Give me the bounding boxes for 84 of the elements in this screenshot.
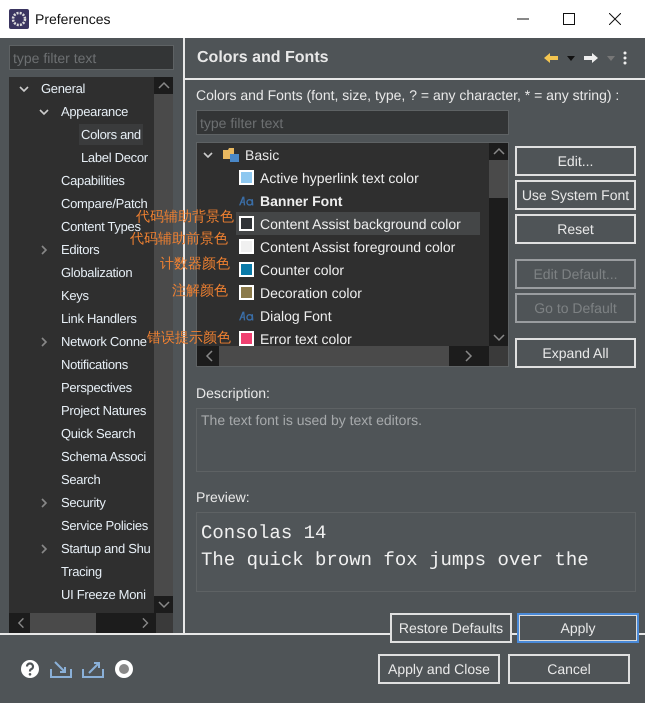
maximize-icon[interactable] xyxy=(563,13,575,25)
scrollbar-thumb[interactable] xyxy=(30,613,96,633)
list-item: Dialog Font xyxy=(260,308,332,324)
close-icon[interactable] xyxy=(609,13,621,25)
collapsed-chevron-icon[interactable] xyxy=(39,244,49,254)
action-button[interactable]: Expand All xyxy=(515,338,636,368)
dialog-button[interactable]: Cancel xyxy=(508,654,630,684)
list-item: Content Assist foreground color xyxy=(260,238,456,254)
list-item: Error text color xyxy=(260,330,352,346)
scrollbar-thumb[interactable] xyxy=(219,346,449,366)
record-icon[interactable] xyxy=(114,659,134,679)
forward-arrow-icon[interactable] xyxy=(583,52,599,64)
list-item: Active hyperlink text color xyxy=(260,170,419,186)
filter-label: Colors and Fonts (font, size, type, ? = any character, * = any string) : xyxy=(196,86,620,104)
collapsed-chevron-icon[interactable] xyxy=(39,336,49,346)
font-icon xyxy=(239,310,254,320)
window-title: Preferences xyxy=(35,11,110,27)
tree-item[interactable]: Label Decor xyxy=(79,147,150,168)
expanded-chevron-icon[interactable] xyxy=(19,84,29,94)
description-label: Description: xyxy=(196,384,271,402)
page-title: Colors and Fonts xyxy=(197,49,329,67)
tree-item[interactable]: Tracing xyxy=(59,561,104,582)
tree-item[interactable]: Keys xyxy=(59,285,91,306)
description-text: The text font is used by text editors. xyxy=(201,412,422,428)
tree-item[interactable]: Capabilities xyxy=(59,170,127,191)
tree-item[interactable]: Search xyxy=(59,469,102,490)
vertical-scrollbar[interactable] xyxy=(489,143,508,346)
font-icon xyxy=(239,196,254,206)
filter-field[interactable]: type filter text xyxy=(9,45,174,70)
folder-icon xyxy=(223,147,239,162)
horizontal-scrollbar[interactable] xyxy=(9,613,173,633)
scroll-down-icon[interactable] xyxy=(158,601,170,609)
tree-item[interactable]: General xyxy=(39,78,88,99)
tree-item[interactable]: Editors xyxy=(59,239,102,260)
scroll-up-icon[interactable] xyxy=(158,81,170,89)
tree-item[interactable]: Startup and Shu xyxy=(59,538,152,559)
horizontal-scrollbar[interactable] xyxy=(197,346,508,366)
category-item[interactable]: Basic xyxy=(245,146,280,162)
tree-item[interactable]: Appearance xyxy=(59,101,130,122)
scroll-up-icon[interactable] xyxy=(492,147,504,155)
tree-item[interactable]: Link Handlers xyxy=(59,308,139,329)
tree-item[interactable]: Quick Search xyxy=(59,423,138,444)
scroll-right-icon[interactable] xyxy=(465,350,473,362)
tree-item[interactable]: Perspectives xyxy=(59,377,134,398)
dropdown-icon[interactable] xyxy=(567,56,575,60)
tree-item[interactable]: Schema Associ xyxy=(59,446,148,467)
scroll-left-icon[interactable] xyxy=(205,350,213,362)
back-arrow-icon[interactable] xyxy=(543,52,559,64)
dialog-button[interactable]: Apply and Close xyxy=(378,654,500,684)
more-options-icon[interactable] xyxy=(623,51,627,65)
tree-item[interactable]: Colors and xyxy=(79,124,143,145)
app-icon xyxy=(9,9,29,29)
preview-text: Consolas 14 xyxy=(201,521,326,546)
restore-defaults-button[interactable]: Restore Defaults xyxy=(390,613,512,643)
help-icon[interactable] xyxy=(20,659,40,679)
tree-item[interactable]: Service Policies xyxy=(59,515,150,536)
list-item: Banner Font xyxy=(260,192,342,208)
action-button[interactable]: Reset xyxy=(515,214,636,244)
selected-row[interactable]: Content Assist background color xyxy=(236,212,480,235)
list-item: Counter color xyxy=(260,262,344,278)
import-icon[interactable] xyxy=(50,659,72,679)
collapsed-chevron-icon[interactable] xyxy=(39,498,49,508)
tree-item[interactable]: Project Natures xyxy=(59,400,148,421)
export-icon[interactable] xyxy=(82,659,104,679)
scroll-left-icon[interactable] xyxy=(17,617,24,629)
tree-item[interactable]: Notifications xyxy=(59,354,130,375)
expanded-chevron-icon[interactable] xyxy=(39,106,49,116)
filter-field[interactable]: type filter text xyxy=(196,110,509,135)
scroll-right-icon[interactable] xyxy=(142,617,150,629)
tree-item[interactable]: UI Freeze Moni xyxy=(59,584,148,605)
collapsed-chevron-icon[interactable] xyxy=(39,544,49,554)
preview-text: The quick brown fox jumps over the xyxy=(201,548,589,573)
scrollbar-corner xyxy=(156,613,173,633)
list-item: Content Assist background color xyxy=(260,216,461,232)
scroll-down-icon[interactable] xyxy=(492,334,504,342)
expanded-chevron-icon[interactable] xyxy=(203,150,213,160)
tree-item[interactable]: Security xyxy=(59,492,108,513)
list-item: Decoration color xyxy=(260,284,362,300)
action-button[interactable]: Use System Font xyxy=(515,180,636,210)
preview-label: Preview: xyxy=(196,488,251,506)
action-button[interactable]: Edit... xyxy=(515,146,636,176)
apply-button[interactable]: Apply xyxy=(517,613,639,643)
tree-item[interactable]: Globalization xyxy=(59,262,134,283)
scrollbar-thumb[interactable] xyxy=(489,160,508,198)
